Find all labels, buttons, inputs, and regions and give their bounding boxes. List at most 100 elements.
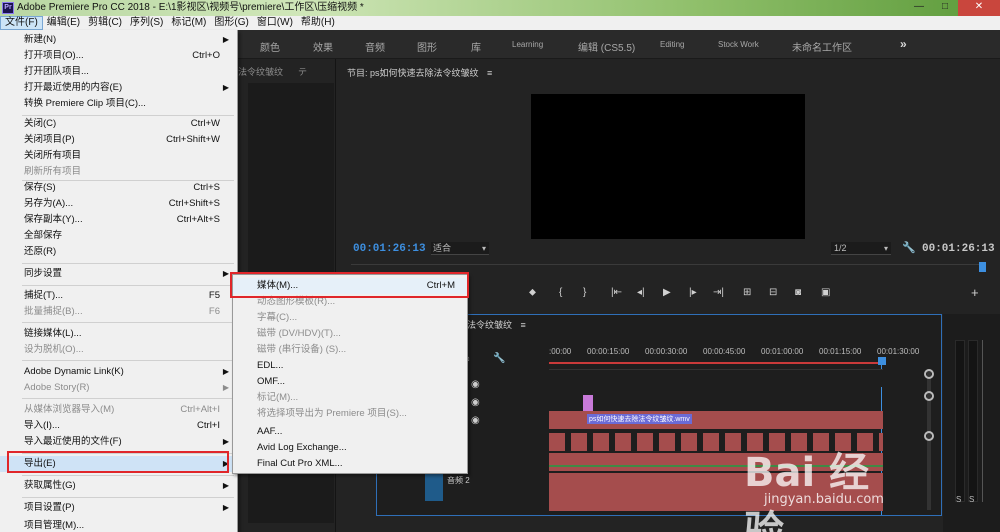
add-button-icon[interactable]: + (971, 285, 979, 300)
menu-item-import-from-browser: 从媒体浏览器导入(M) Ctrl+Alt+I (24, 404, 220, 415)
menu-clip[interactable]: 剪辑(C) (84, 16, 126, 30)
menu-item-save-copy[interactable]: 保存副本(Y)... Ctrl+Alt+S (0, 212, 236, 228)
track-visibility-eye-icon[interactable]: ◉ (471, 415, 480, 426)
mark-in-icon[interactable]: { (559, 287, 562, 298)
playhead-timecode[interactable]: 00:01:26:13 (353, 243, 426, 255)
audio-meter-right (968, 340, 978, 502)
workspace-tab-unnamed[interactable]: 未命名工作区 (792, 39, 852, 54)
track-visibility-eye-icon[interactable]: ◉ (471, 397, 480, 408)
close-button[interactable]: ✕ (958, 0, 1000, 16)
step-forward-icon[interactable]: |▸ (689, 287, 697, 298)
extract-icon[interactable]: ⊟ (769, 287, 777, 298)
workspace-tab-color[interactable]: 颜色 (260, 39, 280, 54)
audio-track-header-badge[interactable] (425, 473, 443, 501)
time-tick: 00:01:00:00 (761, 347, 804, 356)
menu-item-new[interactable]: 新建(N) ▶ (0, 32, 236, 48)
menu-item-save-all[interactable]: 全部保存 (0, 228, 236, 244)
audio-meter-left (955, 340, 965, 502)
menu-item-save-as[interactable]: 另存为(A)... Ctrl+Shift+S (0, 196, 236, 212)
more-workspaces-button[interactable]: » (900, 37, 907, 51)
time-tick: 00:01:15:00 (819, 347, 862, 356)
zoom-select[interactable]: 适合 ▾ (431, 242, 489, 255)
menu-item-convert-clip[interactable]: 转换 Premiere Clip 项目(C)... (0, 96, 236, 112)
menu-separator (22, 322, 234, 323)
solo-right-label[interactable]: S (969, 495, 974, 504)
settings-wrench-icon[interactable]: 🔧 (902, 241, 916, 254)
mark-out-icon[interactable]: } (583, 287, 586, 298)
menu-item-open-team-project[interactable]: 打开团队项目... (0, 64, 236, 80)
playhead-marker[interactable] (979, 262, 986, 272)
export-selection-project-item: 将选择项导出为 Premiere 项目(S)... (257, 408, 407, 419)
maximize-button[interactable]: □ (932, 0, 958, 16)
menu-item-dynamic-link[interactable]: Adobe Dynamic Link(K) ▶ (0, 364, 236, 380)
comparison-view-icon[interactable]: ▣ (821, 287, 830, 298)
workspace-tab-effects[interactable]: 效果 (313, 39, 333, 54)
scroll-knob[interactable] (924, 369, 934, 379)
panel-close-icon[interactable]: テ (298, 65, 307, 78)
menu-marker[interactable]: 标记(M) (167, 16, 210, 30)
menu-edit[interactable]: 编辑(E) (43, 16, 84, 30)
workspace-tab-learning[interactable]: Learning (512, 40, 543, 49)
menu-item-revert[interactable]: 还原(R) (0, 244, 236, 260)
scroll-knob[interactable] (924, 431, 934, 441)
submenu-arrow-icon: ▶ (222, 83, 229, 92)
timeline-title[interactable]: 法令纹皱纹 (467, 320, 512, 330)
menu-item-import[interactable]: 导入(I)... Ctrl+I (0, 418, 236, 434)
lift-icon[interactable]: ⊞ (743, 287, 751, 298)
menu-file[interactable]: 文件(F) (0, 16, 43, 30)
menu-item-close[interactable]: 关闭(C) Ctrl+W (0, 116, 236, 132)
timeline-settings-icon[interactable]: 🔧 (493, 353, 505, 364)
workspace-tab-editing[interactable]: Editing (660, 40, 684, 49)
work-area-bar[interactable] (549, 362, 883, 364)
solo-left-label[interactable]: S (956, 495, 961, 504)
menu-item-import-recent[interactable]: 导入最近使用的文件(F) ▶ (0, 434, 236, 450)
step-back-icon[interactable]: ◂| (637, 287, 645, 298)
menu-item-link-media[interactable]: 链接媒体(L)... (0, 326, 236, 342)
track-visibility-eye-icon[interactable]: ◉ (471, 379, 480, 390)
menu-item-get-properties[interactable]: 获取属性(G) ▶ (0, 478, 236, 494)
workspace-tab-stock-work[interactable]: Stock Work (718, 40, 759, 49)
menu-window[interactable]: 窗口(W) (253, 16, 297, 30)
add-marker-icon[interactable]: ⬥ (529, 287, 536, 298)
go-to-in-icon[interactable]: |⇤ (611, 287, 622, 298)
workspace-tab-graphics[interactable]: 图形 (417, 39, 437, 54)
baidu-watermark: Bai 经验 jingyan.baidu.com (744, 440, 894, 532)
export-avid-log-item[interactable]: Avid Log Exchange... (233, 440, 467, 456)
panel-menu-icon[interactable]: ≡ (521, 320, 526, 330)
export-captions-item: 字幕(C)... (257, 312, 298, 323)
export-edl-item[interactable]: EDL... (233, 358, 467, 374)
menu-sequence[interactable]: 序列(S) (126, 16, 167, 30)
menu-item-close-all[interactable]: 关闭所有项目 (0, 148, 236, 164)
menu-graphics[interactable]: 图形(G) (210, 16, 252, 30)
submenu-arrow-icon: ▶ (222, 383, 229, 392)
menu-item-project-settings[interactable]: 项目设置(P) ▶ (0, 500, 236, 516)
panel-menu-icon[interactable]: ≡ (487, 68, 492, 78)
timeline-ruler[interactable]: :00:00 00:00:15:00 00:00:30:00 00:00:45:… (549, 347, 929, 359)
menu-item-capture[interactable]: 捕捉(T)... F5 (0, 288, 236, 304)
video-track-3[interactable] (549, 369, 883, 387)
timeline-playhead[interactable] (878, 357, 886, 365)
minimize-button[interactable]: — (906, 0, 932, 16)
menu-item-open-recent[interactable]: 打开最近使用的内容(E) ▶ (0, 80, 236, 96)
workspace-tab-libraries[interactable]: 库 (471, 39, 481, 54)
menu-item-sync-settings[interactable]: 同步设置 ▶ (0, 266, 236, 282)
export-aaf-item[interactable]: AAF... (233, 424, 467, 440)
workspace-tab-audio[interactable]: 音频 (365, 39, 385, 54)
workspace-tab-editing-cs55[interactable]: 编辑 (CS5.5) (578, 39, 635, 54)
menu-item-save[interactable]: 保存(S) Ctrl+S (0, 180, 236, 196)
video-clip[interactable]: ps如何快速去除法令纹皱纹.wmv (549, 411, 883, 429)
menu-item-make-offline: 设为脱机(O)... (24, 344, 84, 355)
audio-meter-panel: S S (943, 314, 1000, 532)
menu-help[interactable]: 帮助(H) (297, 16, 339, 30)
scroll-knob[interactable] (924, 391, 934, 401)
menu-item-project-manager[interactable]: 项目管理(M)... (0, 518, 236, 532)
camera-icon[interactable]: ◙ (795, 287, 801, 298)
export-omf-item[interactable]: OMF... (233, 374, 467, 390)
menu-item-close-project[interactable]: 关闭项目(P) Ctrl+Shift+W (0, 132, 236, 148)
play-icon[interactable]: ▶ (663, 287, 671, 298)
export-fcp-xml-item[interactable]: Final Cut Pro XML... (233, 456, 467, 472)
workspace-bar: 颜色 效果 音频 图形 库 Learning 编辑 (CS5.5) Editin… (238, 30, 1000, 59)
go-to-out-icon[interactable]: ⇥| (713, 287, 724, 298)
menu-item-open-project[interactable]: 打开项目(O)... Ctrl+O (0, 48, 236, 64)
resolution-select[interactable]: 1/2 ▾ (831, 242, 891, 255)
